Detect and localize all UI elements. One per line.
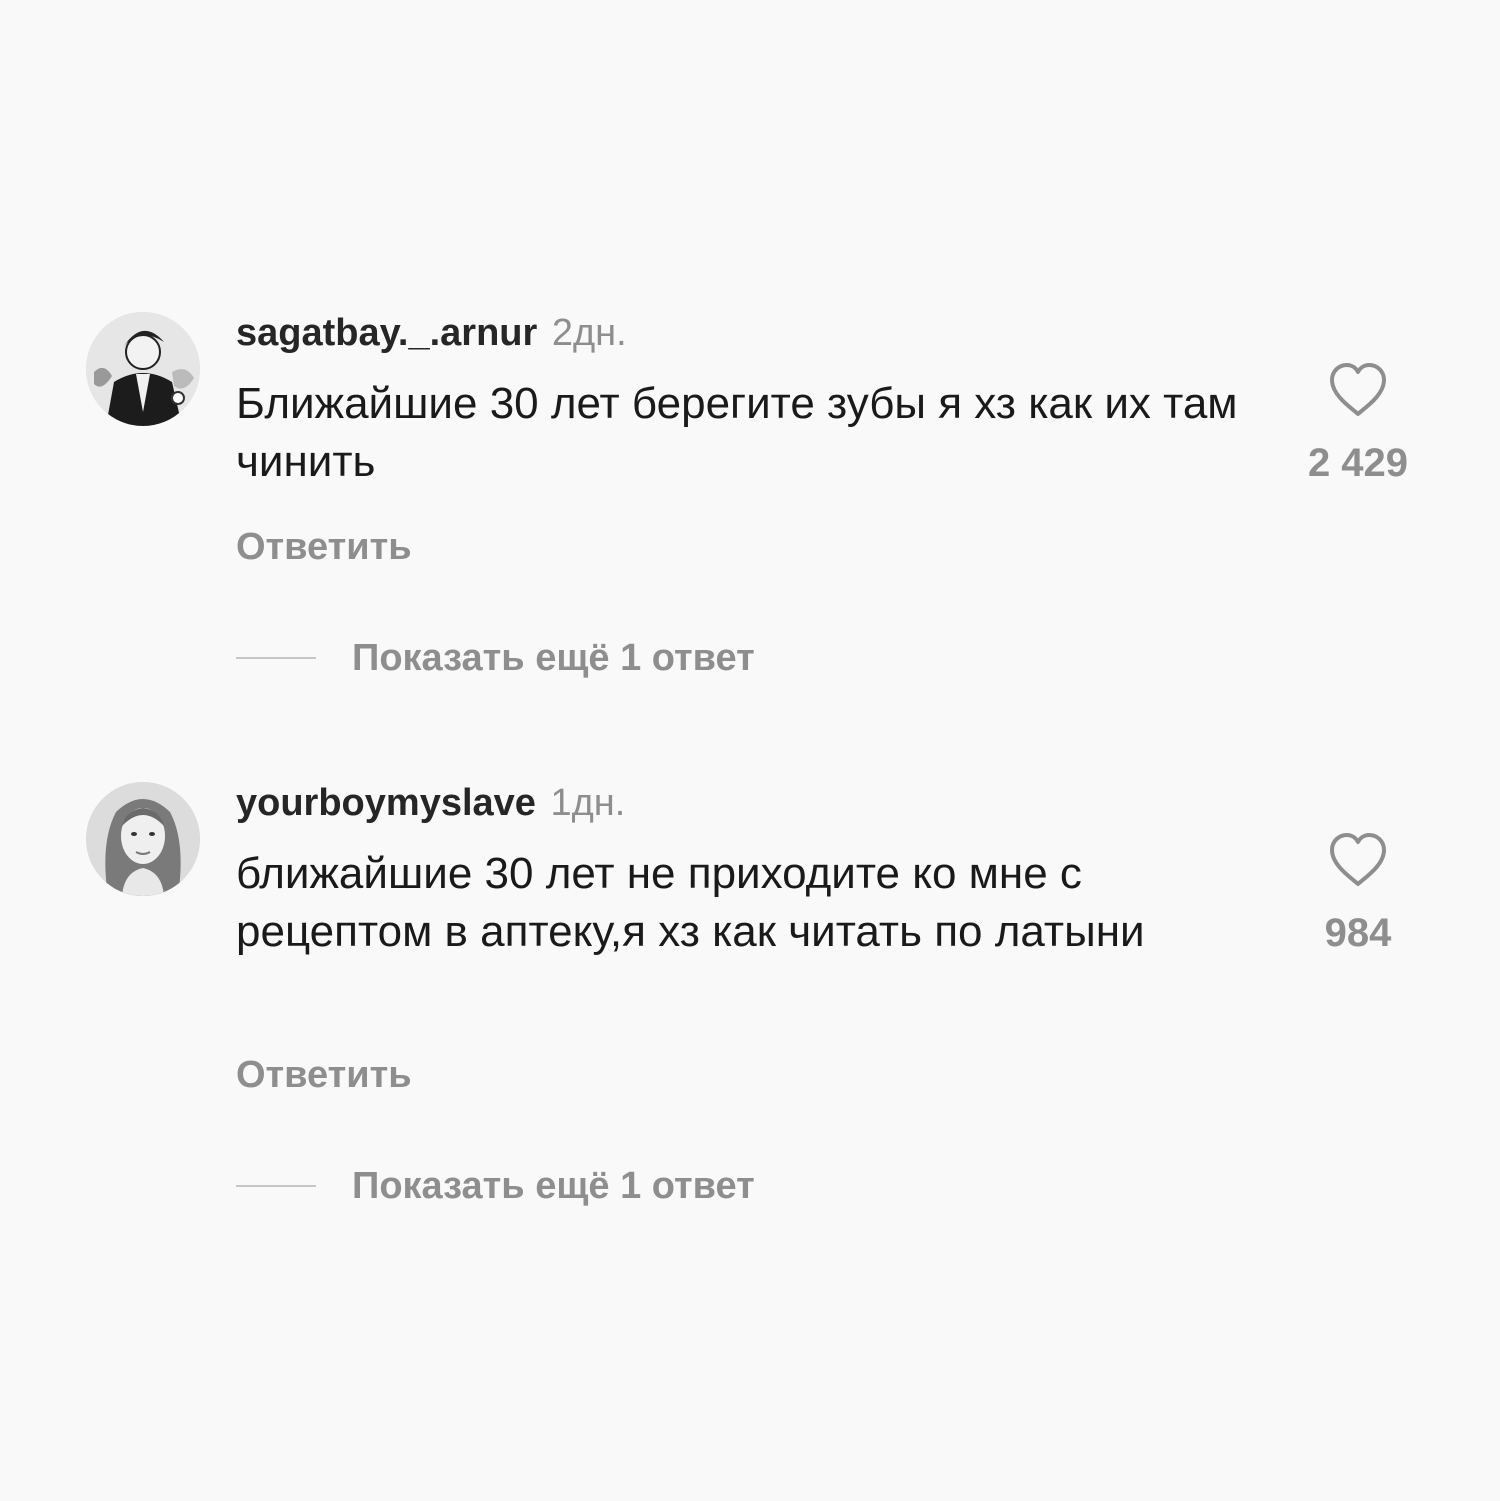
reply-button[interactable]: Ответить	[236, 524, 412, 570]
heart-outline-icon[interactable]	[1328, 362, 1388, 418]
illustrated-character-avatar	[86, 312, 200, 426]
divider-line	[236, 657, 316, 659]
avatar[interactable]	[86, 782, 200, 896]
comment-time: 1дн.	[550, 782, 626, 824]
divider-line	[236, 1185, 316, 1187]
avatar[interactable]	[86, 312, 200, 426]
heart-outline-icon[interactable]	[1328, 832, 1388, 888]
comment-text: Ближайшие 30 лет берегите зубы я хз как …	[236, 379, 1238, 486]
comment-time: 2дн.	[551, 312, 627, 354]
show-more-replies-label: Показать ещё 1 ответ	[352, 1165, 755, 1207]
username[interactable]: yourboymyslave	[236, 782, 536, 824]
comment-text: ближайшие 30 лет не приходите ко мне с р…	[236, 849, 1145, 956]
username[interactable]: sagatbay._.arnur	[236, 312, 537, 354]
like-count: 984	[1324, 911, 1392, 955]
comment-header: yourboymyslave 1дн.	[236, 780, 625, 826]
like-block: 984	[1300, 832, 1416, 956]
portrait-photo-avatar	[86, 782, 200, 896]
like-count: 2 429	[1307, 441, 1409, 485]
show-more-replies-label: Показать ещё 1 ответ	[352, 637, 755, 679]
like-block: 2 429	[1300, 362, 1416, 486]
comment-header: sagatbay._.arnur 2дн.	[236, 310, 627, 356]
reply-button[interactable]: Ответить	[236, 1052, 412, 1098]
